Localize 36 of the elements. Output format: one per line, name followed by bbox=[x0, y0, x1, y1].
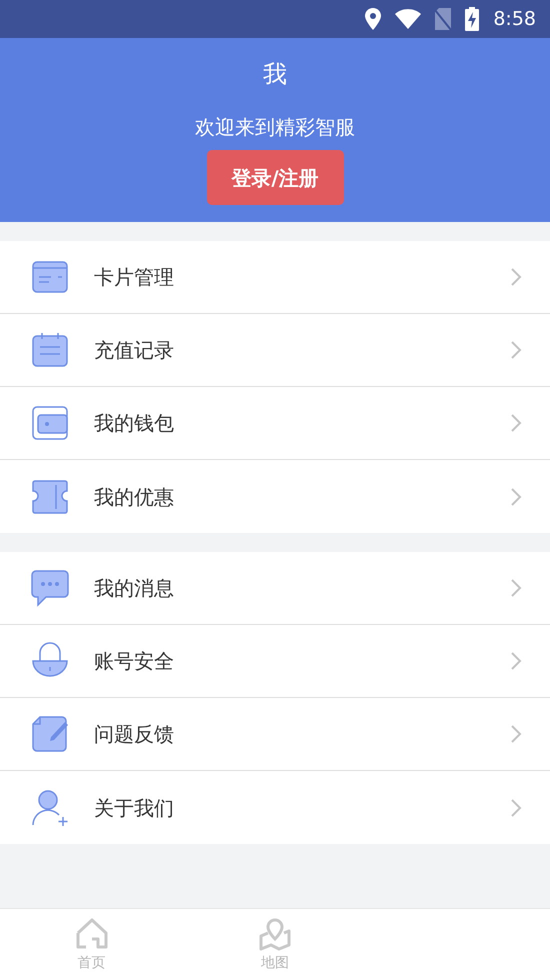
chevron-right-icon bbox=[510, 724, 522, 744]
menu-label: 关于我们 bbox=[94, 794, 175, 822]
edit-note-icon bbox=[30, 714, 70, 754]
menu-item[interactable]: 关于我们 bbox=[0, 771, 550, 844]
menu-item[interactable]: 充值记录 bbox=[0, 314, 550, 387]
menu-label: 我的钱包 bbox=[94, 410, 175, 437]
login-register-button[interactable]: 登录/注册 bbox=[206, 150, 344, 205]
wifi-icon bbox=[395, 9, 422, 29]
welcome-text: 欢迎来到精彩智服 bbox=[195, 114, 355, 141]
location-icon bbox=[365, 8, 382, 30]
chevron-right-icon bbox=[510, 340, 522, 360]
chevron-right-icon bbox=[510, 651, 522, 671]
menu-item[interactable]: 我的消息 bbox=[0, 552, 550, 625]
page-title: 我 bbox=[263, 59, 287, 90]
menu-label: 我的消息 bbox=[94, 575, 175, 602]
chevron-right-icon bbox=[510, 413, 522, 433]
menu-item[interactable]: 我的钱包 bbox=[0, 387, 550, 460]
menu-label: 账号安全 bbox=[94, 648, 175, 675]
menu-label: 充值记录 bbox=[94, 337, 175, 364]
chevron-right-icon bbox=[510, 267, 522, 287]
menu-item[interactable]: 卡片管理 bbox=[0, 241, 550, 314]
no-sim-icon bbox=[435, 8, 452, 30]
chat-bubble-icon bbox=[30, 568, 70, 608]
chevron-right-icon bbox=[510, 486, 522, 506]
notepad-icon bbox=[30, 330, 70, 370]
menu-label: 我的优惠 bbox=[94, 484, 175, 510]
menu-label: 问题反馈 bbox=[94, 721, 175, 748]
add-user-icon bbox=[30, 788, 70, 828]
menu-item[interactable]: 问题反馈 bbox=[0, 698, 550, 771]
battery-icon bbox=[465, 7, 480, 31]
chevron-right-icon bbox=[510, 798, 522, 818]
menu-item[interactable]: 我的优惠 bbox=[0, 460, 550, 533]
menu-item[interactable]: 账号安全 bbox=[0, 625, 550, 698]
chevron-right-icon bbox=[510, 578, 522, 598]
menu-label: 卡片管理 bbox=[94, 264, 175, 291]
clock-time: 8:58 bbox=[493, 6, 536, 32]
